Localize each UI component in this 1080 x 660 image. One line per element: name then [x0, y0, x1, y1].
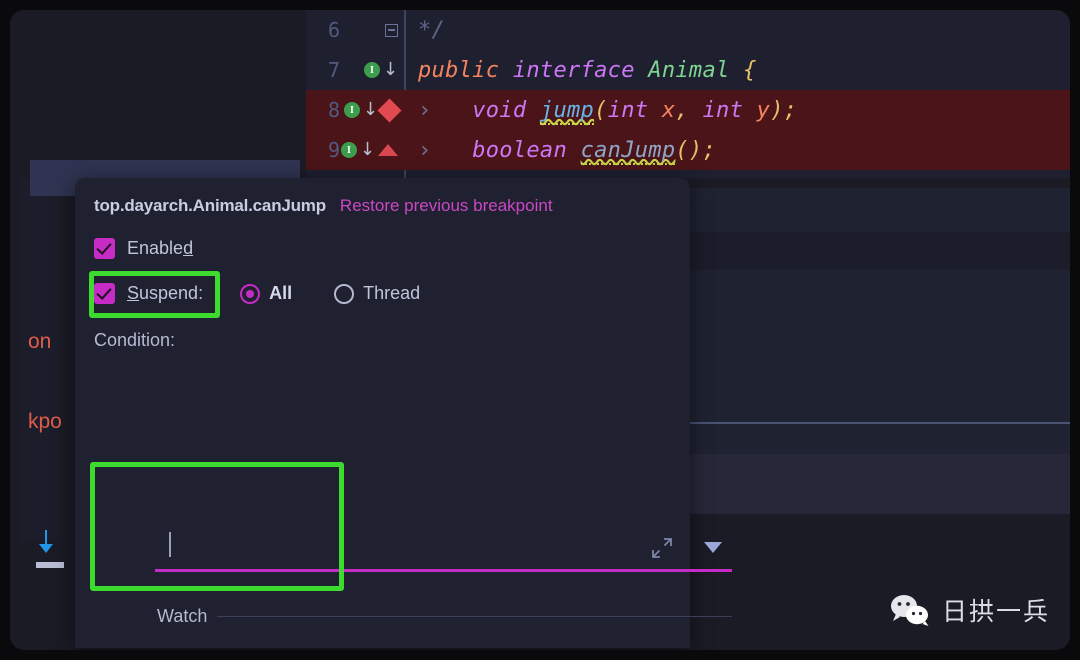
suspend-row[interactable]: Suspend: All Thread: [75, 283, 690, 304]
watch-section-rule: [217, 616, 732, 617]
enabled-label: Enabled: [127, 238, 194, 258]
editor-gutter[interactable]: I ↓: [340, 90, 404, 130]
console-text-fragment-1: on: [28, 330, 52, 353]
code-token: boolean: [472, 137, 581, 163]
code-token: (: [594, 97, 608, 123]
method-breakpoint-icon[interactable]: [377, 97, 402, 123]
implementation-arrow-icon[interactable]: ↓: [363, 101, 378, 119]
enabled-checkbox[interactable]: [94, 238, 115, 259]
console-text-fragment-2: kpo: [28, 410, 62, 433]
code-token: canJump: [580, 137, 676, 165]
editor-gutter[interactable]: I ↓: [340, 130, 404, 170]
code-token: public: [418, 57, 513, 83]
breakpoint-title: top.dayarch.Animal.canJump: [94, 196, 326, 215]
radio-thread-label: Thread: [363, 283, 421, 303]
implementation-arrow-icon[interactable]: ↓: [360, 141, 375, 159]
code-token: x: [661, 97, 676, 123]
line-number: 7: [327, 58, 340, 82]
implemented-marker-icon[interactable]: I: [363, 62, 380, 78]
code-line-text[interactable]: public interface Animal {: [404, 58, 1070, 83]
code-token: jump: [539, 97, 595, 125]
code-line-text[interactable]: › boolean canJump();: [404, 137, 1070, 165]
line-number: 8: [327, 98, 340, 122]
code-token: void: [472, 97, 540, 123]
implemented-marker-icon[interactable]: I: [343, 102, 360, 118]
code-token: int: [607, 97, 662, 123]
implementation-arrow-icon[interactable]: ↓: [383, 61, 398, 79]
suspend-option-thread[interactable]: Thread: [334, 283, 420, 304]
download-icon-underline: [36, 562, 64, 568]
gutter-chevron-icon: ›: [418, 97, 473, 123]
watermark-text: 日拱一兵: [941, 598, 1050, 626]
background-left-column: [20, 180, 58, 540]
condition-field-underline: [155, 569, 732, 572]
expand-arrows-icon[interactable]: [650, 536, 674, 560]
line-number: 6: [327, 18, 340, 42]
code-token: Animal: [648, 57, 744, 83]
editor-gutter[interactable]: [340, 10, 404, 50]
code-token: int: [702, 97, 757, 123]
restore-previous-breakpoint-link[interactable]: Restore previous breakpoint: [340, 196, 553, 216]
watermark: 日拱一兵: [889, 592, 1050, 628]
enabled-row[interactable]: Enabled: [75, 238, 690, 259]
code-editor: 6 */7 I ↓ public interface Animal {8 I ↓ › void…: [306, 10, 1070, 178]
code-token: */: [418, 17, 446, 43]
code-line: 7 I ↓ public interface Animal {: [306, 50, 1070, 90]
breakpoint-popup: top.dayarch.Animal.canJump Restore previ…: [75, 178, 732, 650]
code-line-text[interactable]: */: [404, 18, 1070, 43]
wechat-icon: [890, 595, 929, 626]
screenshot-root: on kpo 6 */7 I ↓ public interface Animal {8 I…: [0, 0, 1080, 660]
radio-all-icon[interactable]: [240, 283, 261, 304]
watch-section-label: Watch: [157, 606, 208, 626]
code-line: 9 I ↓ › boolean canJump();: [306, 130, 1070, 170]
code-token: ,: [675, 97, 703, 123]
code-token: ();: [675, 137, 717, 163]
radio-thread-icon[interactable]: [334, 283, 355, 304]
code-line-list: 6 */7 I ↓ public interface Animal {8 I ↓ › void…: [306, 10, 1070, 170]
code-token: );: [770, 97, 798, 123]
radio-all-label: All: [269, 283, 293, 303]
suspend-label: Suspend:: [127, 283, 204, 303]
code-line: 6 */: [306, 10, 1070, 50]
code-line-text[interactable]: › void jump(int x, int y);: [404, 97, 1070, 125]
ide-window: on kpo 6 */7 I ↓ public interface Animal {8 I…: [10, 10, 1070, 650]
gutter-chevron-icon: ›: [418, 137, 473, 163]
condition-input-field[interactable]: [155, 524, 732, 572]
condition-label: Condition:: [94, 330, 176, 350]
code-fold-icon[interactable]: [385, 23, 398, 37]
watch-item-row[interactable]: Emulated: [193, 646, 331, 650]
code-token: {: [743, 57, 757, 83]
text-caret: [169, 532, 171, 557]
code-line: 8 I ↓ › void jump(int x, int y);: [306, 90, 1070, 130]
implemented-marker-icon[interactable]: I: [340, 142, 357, 158]
watch-section-header: Watch: [157, 606, 732, 627]
watch-checkbox-group: EmulatedMethod entryMethod exit: [193, 646, 331, 650]
method-breakpoint-icon[interactable]: [378, 144, 398, 156]
code-token: y: [756, 97, 771, 123]
code-token: interface: [512, 57, 649, 83]
download-arrow-icon[interactable]: [34, 528, 58, 558]
line-number: 9: [327, 138, 340, 162]
chevron-down-icon[interactable]: [704, 542, 722, 553]
suspend-option-all[interactable]: All: [240, 283, 292, 304]
popup-header: top.dayarch.Animal.canJump Restore previ…: [75, 178, 690, 216]
editor-gutter[interactable]: I ↓: [340, 50, 404, 90]
suspend-checkbox[interactable]: [94, 283, 115, 304]
